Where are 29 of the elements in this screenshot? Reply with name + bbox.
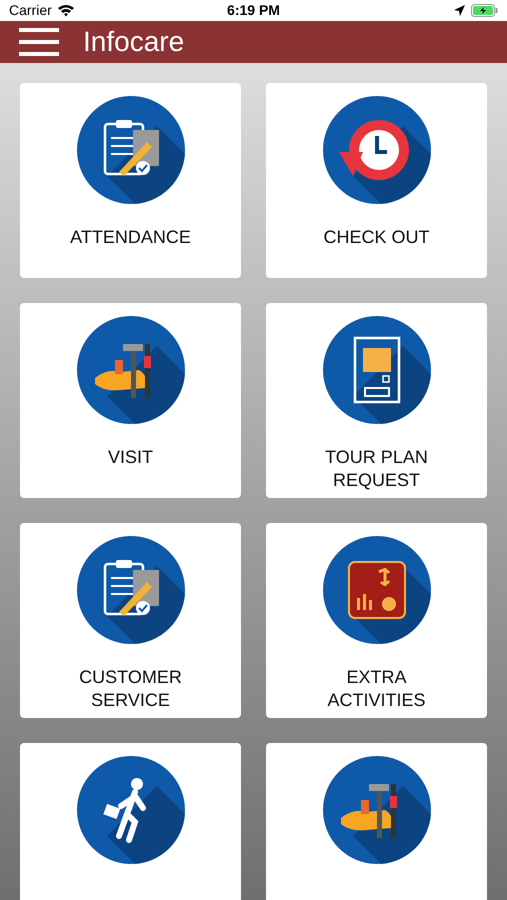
menu-tile[interactable]: VISIT bbox=[20, 303, 241, 498]
menu-tile[interactable]: TOUR PLAN REQUEST bbox=[266, 303, 487, 498]
clipboard-icon bbox=[76, 536, 184, 644]
tile-label: CUSTOMER SERVICE bbox=[78, 666, 183, 712]
tile-label: TOUR PLAN REQUEST bbox=[324, 446, 429, 492]
menu-icon[interactable] bbox=[19, 28, 59, 56]
menu-tile[interactable]: ATTENDANCE bbox=[20, 83, 241, 278]
menu-tile[interactable]: CUSTOMER SERVICE bbox=[20, 523, 241, 718]
tile-label: ATTENDANCE bbox=[69, 226, 192, 249]
menu-tile[interactable]: EXTRA ACTIVITIES bbox=[266, 523, 487, 718]
clipboard-icon bbox=[76, 96, 184, 204]
menu-tile[interactable]: CHECK OUT bbox=[266, 83, 487, 278]
menu-tile[interactable] bbox=[20, 743, 241, 900]
walking-person-icon bbox=[76, 756, 184, 864]
clock-time: 6:19 PM bbox=[227, 1, 280, 20]
tools-icon bbox=[322, 756, 430, 864]
app-title: Infocare bbox=[83, 25, 184, 59]
tile-label: CHECK OUT bbox=[322, 226, 430, 249]
tile-label: VISIT bbox=[106, 446, 154, 469]
tools-icon bbox=[76, 316, 184, 424]
menu-tile[interactable] bbox=[266, 743, 487, 900]
clock-icon bbox=[322, 96, 430, 204]
battery-icon bbox=[471, 4, 498, 17]
finance-chart-icon bbox=[322, 536, 430, 644]
location-arrow-icon bbox=[454, 5, 465, 16]
kiosk-icon bbox=[322, 316, 430, 424]
wifi-icon bbox=[56, 4, 75, 17]
carrier-label: Carrier bbox=[9, 1, 52, 20]
tile-label: EXTRA ACTIVITIES bbox=[326, 666, 426, 712]
